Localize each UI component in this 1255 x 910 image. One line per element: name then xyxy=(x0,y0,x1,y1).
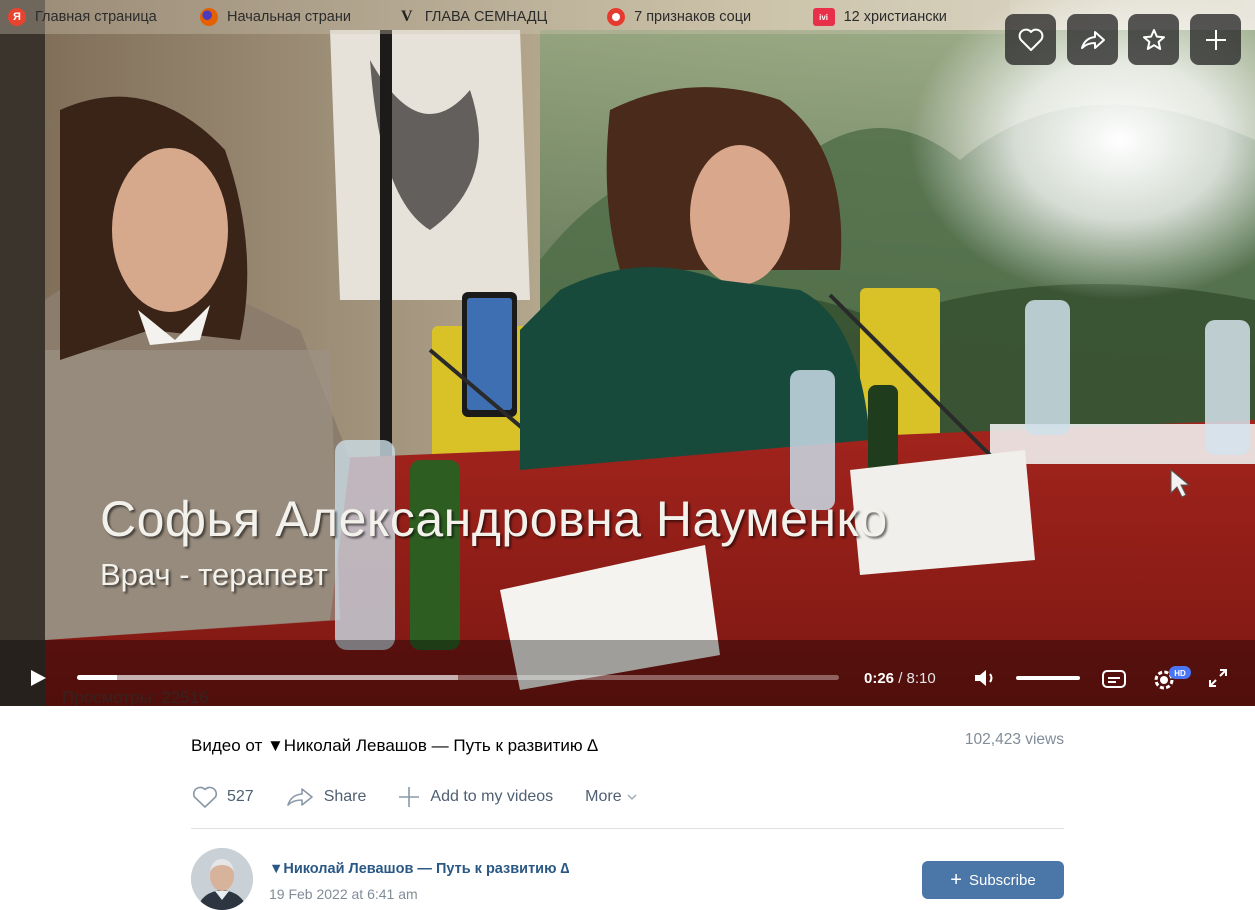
bookmark-item: Я Главная страница xyxy=(0,0,192,34)
subtitles-icon[interactable] xyxy=(1101,668,1127,690)
bookmark-overlay-button[interactable] xyxy=(1128,14,1179,65)
settings-gear-icon[interactable]: HD xyxy=(1150,664,1196,692)
bookmark-item: V ГЛАВА СЕМНАДЦ xyxy=(390,0,599,34)
video-caption-role: Врач - терапевт xyxy=(100,557,328,592)
star-icon xyxy=(1142,28,1165,50)
add-to-my-videos-button[interactable]: Add to my videos xyxy=(396,785,553,809)
progress-bar[interactable] xyxy=(77,675,839,680)
author-avatar[interactable] xyxy=(191,848,253,910)
divider xyxy=(191,828,1064,829)
bookmark-label: ГЛАВА СЕМНАДЦ xyxy=(424,9,548,25)
time-current: 0:26 xyxy=(864,670,895,687)
share-icon xyxy=(1080,30,1105,49)
publish-date: 19 Feb 2022 at 6:41 am xyxy=(269,886,418,902)
bookmark-label: Главная страница xyxy=(35,9,157,25)
play-icon[interactable] xyxy=(28,668,48,688)
heart-icon xyxy=(192,786,218,808)
video-player[interactable]: Я Главная страница Начальная страни V ГЛ… xyxy=(0,0,1255,706)
ring-icon xyxy=(607,8,626,26)
bookmark-item: 7 признаков соци xyxy=(599,0,804,34)
captured-bookmarks-bar: Я Главная страница Начальная страни V ГЛ… xyxy=(0,0,1010,34)
bookmark-item: Начальная страни xyxy=(192,0,390,34)
author-link[interactable]: ▼Николай Левашов — Путь к развитию ∆ xyxy=(269,861,569,877)
view-count: 102,423 views xyxy=(964,731,1064,748)
add-overlay-button[interactable] xyxy=(1190,14,1241,65)
ivi-icon: ivi xyxy=(812,8,835,26)
subscribe-label: Subscribe xyxy=(968,871,1036,889)
video-title: Видео от ▼Николай Левашов — Путь к разви… xyxy=(191,736,598,755)
like-count: 527 xyxy=(227,788,254,805)
player-controls xyxy=(0,654,1255,706)
share-label: Share xyxy=(323,788,367,805)
chevron-down-icon xyxy=(627,794,637,800)
share-icon xyxy=(286,788,313,806)
hd-badge: HD xyxy=(1174,669,1186,678)
video-actions: 527 Share Add to my videos More xyxy=(191,784,668,810)
time-total: 8:10 xyxy=(906,670,936,687)
more-label: More xyxy=(585,788,622,805)
firefox-icon xyxy=(200,8,219,26)
avatar-image xyxy=(191,848,253,910)
bookmark-label: 12 христиански xyxy=(843,9,947,25)
video-caption-name: Софья Александровна Науменко xyxy=(100,491,888,547)
yandex-icon: Я xyxy=(8,8,26,26)
progress-buffered xyxy=(77,675,458,680)
plus-icon xyxy=(399,787,420,807)
share-overlay-button[interactable] xyxy=(1067,14,1118,65)
video-frame xyxy=(0,0,1255,706)
like-overlay-button[interactable] xyxy=(1005,14,1056,65)
add-label: Add to my videos xyxy=(430,788,554,805)
time-separator: / xyxy=(894,670,907,687)
like-button[interactable]: 527 xyxy=(191,785,254,809)
heart-icon xyxy=(1018,28,1043,51)
more-button[interactable]: More xyxy=(585,788,637,806)
time-display: 0:26 / 8:10 xyxy=(864,670,936,687)
subscribe-button[interactable]: + Subscribe xyxy=(922,861,1064,899)
bookmark-label: Начальная страни xyxy=(227,9,351,25)
fullscreen-icon[interactable] xyxy=(1206,666,1230,690)
v-icon: V xyxy=(401,8,413,25)
bookmark-label: 7 признаков соци xyxy=(634,9,752,25)
share-button[interactable]: Share xyxy=(284,785,367,809)
plus-icon: + xyxy=(950,869,962,891)
progress-played xyxy=(77,675,118,680)
volume-slider[interactable] xyxy=(1016,676,1080,680)
plus-icon xyxy=(1205,29,1226,50)
volume-icon[interactable] xyxy=(973,667,1003,689)
bookmark-item: ivi 12 христиански xyxy=(805,0,1010,34)
